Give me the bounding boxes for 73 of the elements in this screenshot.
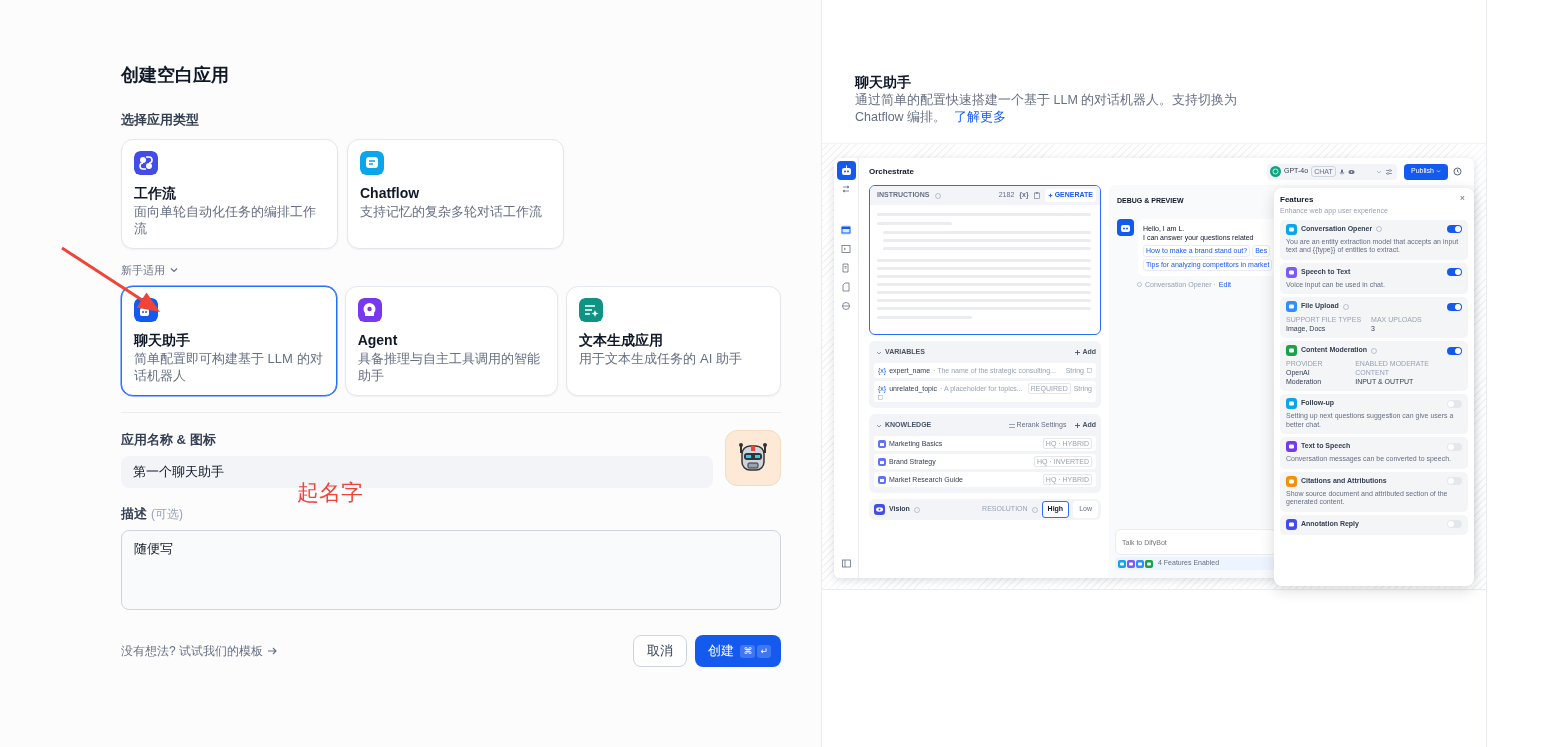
- card-title: Chatflow: [360, 184, 421, 203]
- note-icon[interactable]: [841, 282, 851, 292]
- sidebar-icon[interactable]: [841, 559, 851, 568]
- card-description: 具备推理与自主工具调用的智能助手: [357, 350, 541, 384]
- eye-icon: [874, 504, 885, 515]
- arrow-right-icon: [267, 646, 277, 656]
- sliders-icon: [1008, 422, 1015, 429]
- app-type-card[interactable]: 文本生成应用 用于文本生成任务的 AI 助手: [566, 286, 781, 396]
- page-title: Orchestrate: [869, 165, 914, 178]
- chevron-icon[interactable]: [876, 349, 882, 356]
- app-type-card[interactable]: Chatflow 支持记忆的复杂多轮对话工作流: [347, 139, 564, 249]
- card-title: 聊天助手: [134, 331, 191, 350]
- section-label: 选择应用类型: [121, 111, 200, 129]
- help-icon: [913, 506, 920, 513]
- switch-icon[interactable]: [842, 185, 850, 193]
- folder-icon: [878, 475, 886, 484]
- chevron-icon[interactable]: [169, 265, 179, 275]
- section-toggle-label[interactable]: 新手适用: [121, 261, 165, 279]
- robot-logo-icon[interactable]: [836, 161, 856, 180]
- cancel-button[interactable]: 取消: [633, 635, 688, 667]
- card-title: 工作流: [134, 184, 177, 203]
- toggle-switch[interactable]: [1447, 346, 1462, 355]
- terminal-icon[interactable]: [841, 244, 851, 254]
- help-icon: [1031, 506, 1038, 513]
- eye-icon: [1347, 168, 1355, 175]
- info-title: 聊天助手: [855, 73, 912, 92]
- folder-icon: [878, 439, 886, 448]
- create-button[interactable]: 创建 ⌘ ↵: [695, 635, 781, 667]
- card-description: 用于文本生成任务的 AI 助手: [579, 350, 743, 367]
- learn-more-link[interactable]: 了解更多: [953, 110, 1006, 124]
- shortcut-key: ⌘: [740, 644, 756, 658]
- close-button[interactable]: ×: [1456, 194, 1468, 203]
- toggle-switch[interactable]: [1447, 302, 1462, 311]
- plus-icon: [1075, 350, 1081, 355]
- info-description: 通过简单的配置快速搭建一个基于 LLM 的对话机器人。支持切换为 Chatflow 编排。 了解更多: [855, 92, 1239, 126]
- app-type-card[interactable]: 聊天助手 简单配置即可构建基于 LLM 的对话机器人: [121, 286, 337, 396]
- toggle-switch[interactable]: [1447, 477, 1462, 485]
- toggle-switch[interactable]: [1447, 399, 1462, 408]
- field-label: 应用名称 & 图标: [121, 431, 217, 449]
- plus-icon: [1075, 423, 1081, 428]
- mic-icon: [1338, 168, 1345, 175]
- folder-icon: [878, 457, 886, 466]
- chevron-icon[interactable]: [876, 422, 882, 429]
- clipboard-icon[interactable]: [1033, 192, 1040, 199]
- model-logo-icon: [1270, 166, 1281, 177]
- card-title: Agent: [357, 331, 399, 350]
- toggle-switch[interactable]: [1447, 442, 1462, 451]
- card-title: 文本生成应用: [579, 331, 665, 350]
- app-icon-button[interactable]: [725, 430, 781, 486]
- document-icon[interactable]: [841, 263, 851, 273]
- sparkle-icon: [1047, 193, 1053, 198]
- card-description: 简单配置即可构建基于 LLM 的对话机器人: [134, 350, 324, 384]
- globe-icon[interactable]: [841, 301, 851, 311]
- toggle-switch[interactable]: [1447, 520, 1462, 528]
- description-field[interactable]: 随便写: [121, 530, 781, 610]
- card-description: 面向单轮自动化任务的编排工作流: [134, 203, 317, 237]
- toggle-switch[interactable]: [1447, 225, 1462, 233]
- caret-icon: [1436, 169, 1441, 174]
- toggle-switch[interactable]: [1447, 268, 1462, 276]
- help-icon: [934, 192, 941, 199]
- dialog-title: 创建空白应用: [121, 64, 230, 87]
- bot-avatar-icon: [1117, 218, 1134, 236]
- template-link[interactable]: 没有想法? 试试我们的模板: [121, 642, 277, 660]
- caret-icon: [1376, 168, 1382, 175]
- history-icon[interactable]: [1453, 167, 1462, 176]
- window-icon[interactable]: [841, 225, 851, 235]
- app-type-card[interactable]: 工作流 面向单轮自动化任务的编排工作流: [121, 139, 338, 249]
- card-description: 支持记忆的复杂多轮对话工作流: [360, 203, 543, 220]
- optional-hint: (可选): [151, 506, 183, 523]
- field-label: 描述: [121, 505, 147, 523]
- app-type-card[interactable]: Agent 具备推理与自主工具调用的智能助手: [344, 286, 559, 396]
- panel-title: Features: [1280, 194, 1315, 206]
- shortcut-key: ↵: [757, 644, 771, 658]
